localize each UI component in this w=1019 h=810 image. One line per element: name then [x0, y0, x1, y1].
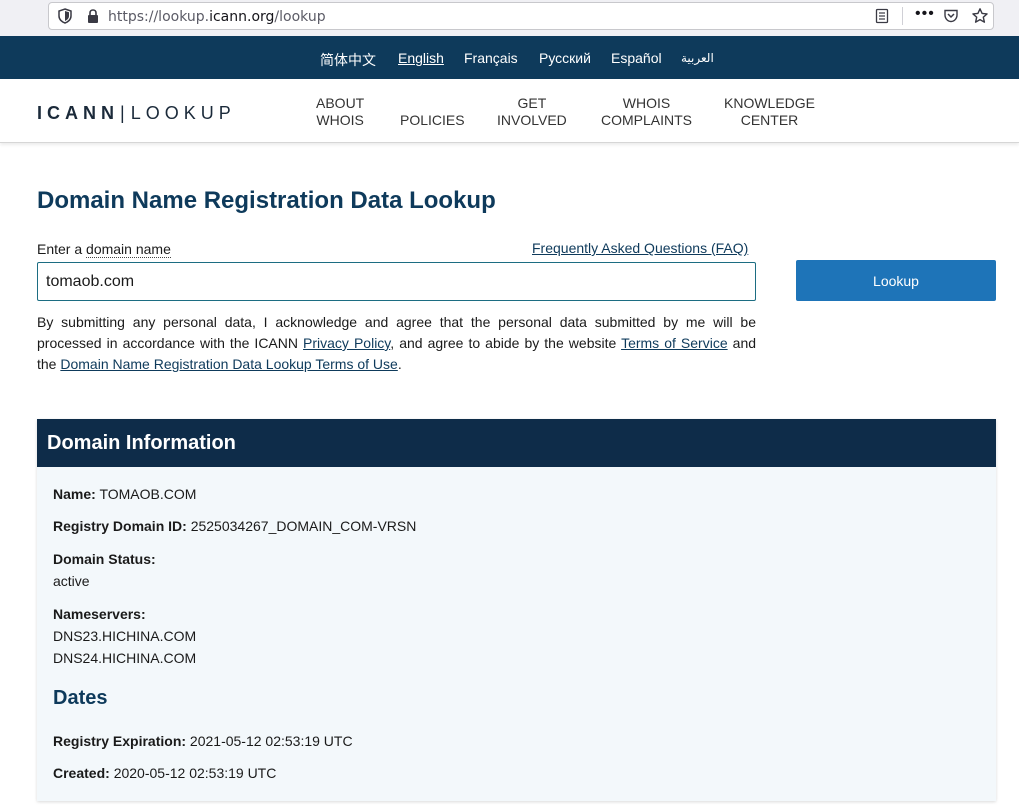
- nameserver-item: DNS23.HICHINA.COM: [53, 628, 197, 644]
- logo-icann: ICANN: [37, 103, 119, 123]
- icann-lookup-logo[interactable]: ICANN|LOOKUP: [37, 103, 236, 124]
- nav-about-whois-line1: ABOUT: [316, 95, 365, 111]
- nav-policies-line1: [400, 95, 465, 112]
- panel-header: Domain Information: [37, 419, 996, 467]
- lang-russian[interactable]: Русский: [539, 50, 591, 66]
- nav-policies[interactable]: POLICIES: [400, 95, 465, 129]
- url-domain: icann.org: [209, 9, 275, 25]
- nav-get-involved-line2: INVOLVED: [497, 112, 567, 128]
- label-prefix: Enter a: [37, 241, 87, 257]
- nav-whois-complaints[interactable]: WHOIS COMPLAINTS: [601, 95, 692, 129]
- field-name: Name: TOMAOB.COM: [53, 483, 196, 505]
- nav-whois-complaints-line2: COMPLAINTS: [601, 112, 693, 128]
- field-name-key: Name:: [53, 486, 96, 502]
- logo-separator: |: [120, 103, 130, 123]
- domain-input-label: Enter a domain name: [37, 241, 171, 258]
- nav-knowledge-center[interactable]: KNOWLEDGE CENTER: [724, 95, 815, 129]
- nav-about-whois-line2: WHOIS: [316, 112, 364, 128]
- reader-view-icon[interactable]: [874, 8, 890, 24]
- more-icon[interactable]: •••: [915, 5, 935, 23]
- field-created-key: Created:: [53, 765, 110, 781]
- url-path: /lookup: [274, 9, 326, 25]
- browser-toolbar: https://lookup.icann.org/lookup •••: [0, 0, 1019, 36]
- dates-title: Dates: [53, 687, 108, 709]
- domain-name-tooltip[interactable]: domain name: [86, 241, 171, 258]
- disclaimer-text: By submitting any personal data, I ackno…: [37, 312, 756, 375]
- url-prefix: https://lookup.: [108, 9, 210, 25]
- field-registry-expiration: Registry Expiration: 2021-05-12 02:53:19…: [53, 730, 353, 752]
- field-created-value: 2020-05-12 02:53:19 UTC: [113, 765, 277, 781]
- shield-icon[interactable]: [57, 8, 73, 24]
- nav-whois-complaints-line1: WHOIS: [622, 95, 671, 111]
- field-registry-expiration-value: 2021-05-12 02:53:19 UTC: [189, 733, 353, 749]
- lookup-terms-link[interactable]: Domain Name Registration Data Lookup Ter…: [60, 356, 397, 372]
- field-domain-status-value: active: [53, 573, 90, 589]
- nav-get-involved-line1: GET: [517, 95, 547, 111]
- field-nameservers-key: Nameservers:: [53, 606, 146, 622]
- nameserver-item: DNS24.HICHINA.COM: [53, 650, 197, 666]
- panel-title: Domain Information: [47, 432, 236, 454]
- domain-information-panel: Domain Information Name: TOMAOB.COM Regi…: [37, 419, 996, 801]
- privacy-policy-link[interactable]: Privacy Policy: [303, 335, 390, 351]
- nav-about-whois[interactable]: ABOUT WHOIS: [316, 95, 364, 129]
- domain-input[interactable]: [37, 262, 756, 301]
- pocket-icon[interactable]: [943, 8, 959, 24]
- terms-of-service-link[interactable]: Terms of Service: [621, 335, 728, 351]
- field-domain-status-key: Domain Status:: [53, 551, 156, 567]
- toolbar-separator: [902, 7, 903, 25]
- field-name-value: TOMAOB.COM: [99, 486, 197, 502]
- address-bar[interactable]: https://lookup.icann.org/lookup •••: [48, 2, 994, 30]
- lookup-button[interactable]: Lookup: [796, 260, 996, 301]
- bookmark-star-icon[interactable]: [971, 7, 989, 25]
- faq-link[interactable]: Frequently Asked Questions (FAQ): [532, 240, 748, 256]
- field-nameservers: Nameservers: DNS23.HICHINA.COM DNS24.HIC…: [53, 603, 196, 669]
- field-registry-id-key: Registry Domain ID:: [53, 518, 187, 534]
- logo-lookup: LOOKUP: [130, 103, 236, 123]
- field-domain-status: Domain Status: active: [53, 548, 156, 592]
- page-title: Domain Name Registration Data Lookup: [37, 187, 496, 214]
- lang-arabic[interactable]: العربية: [681, 51, 714, 65]
- language-bar: 简体中文 English Français Русский Español ال…: [0, 36, 1019, 79]
- disclaimer-part2: , and agree to abide by the website: [390, 335, 622, 351]
- lang-french[interactable]: Français: [464, 50, 518, 66]
- field-created: Created: 2020-05-12 02:53:19 UTC: [53, 762, 276, 784]
- field-registry-id: Registry Domain ID: 2525034267_DOMAIN_CO…: [53, 515, 416, 537]
- lock-icon[interactable]: [85, 8, 101, 24]
- nav-knowledge-center-line1: KNOWLEDGE: [724, 95, 816, 111]
- field-registry-id-value: 2525034267_DOMAIN_COM-VRSN: [190, 518, 417, 534]
- url-text[interactable]: https://lookup.icann.org/lookup: [108, 9, 326, 25]
- lang-english[interactable]: English: [398, 50, 444, 66]
- lang-spanish[interactable]: Español: [611, 50, 662, 66]
- nav-policies-line2: POLICIES: [400, 112, 465, 128]
- nav-knowledge-center-line2: CENTER: [740, 112, 799, 128]
- site-header: ICANN|LOOKUP ABOUT WHOIS POLICIES GET IN…: [0, 79, 1019, 143]
- field-registry-expiration-key: Registry Expiration:: [53, 733, 187, 749]
- disclaimer-part4: .: [397, 356, 402, 372]
- lang-chinese[interactable]: 简体中文: [320, 50, 376, 70]
- nav-get-involved[interactable]: GET INVOLVED: [497, 95, 567, 129]
